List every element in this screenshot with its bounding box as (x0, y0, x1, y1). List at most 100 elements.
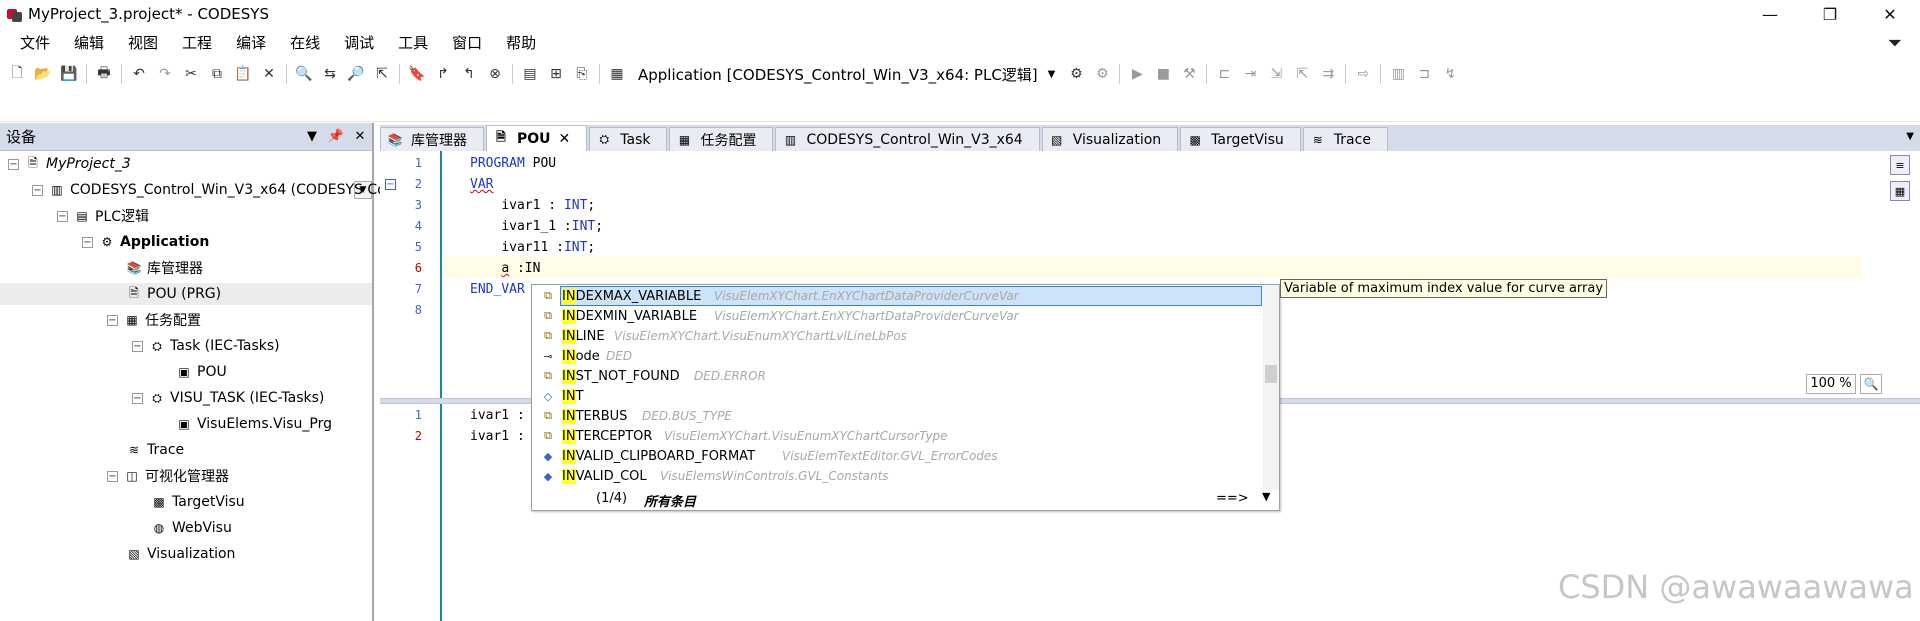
pin-icon[interactable]: 📌 (324, 129, 348, 144)
bookmark-icon[interactable]: 🔖 (406, 63, 428, 85)
tab-device[interactable]: ▥ CODESYS_Control_Win_V3_x64 (775, 127, 1040, 151)
tree-item-targetvisu[interactable]: ▩ TargetVisu (151, 491, 244, 513)
replace-icon[interactable]: ⇆ (319, 63, 341, 85)
implementation-code[interactable]: ivar1 : ivar1 : (470, 405, 525, 447)
print-icon[interactable]: 🖶 (93, 63, 115, 85)
stop-icon[interactable]: ■ (1152, 63, 1174, 85)
suggestion-scrollbar[interactable] (1263, 285, 1279, 490)
tree-item-visu-prg[interactable]: ▣ VisuElems.Visu_Prg (176, 413, 332, 435)
textual-view-icon[interactable]: ≡ (1890, 155, 1910, 175)
next-bookmark-icon[interactable]: ↱ (432, 63, 454, 85)
reset-icon[interactable]: ⚒ (1178, 63, 1200, 85)
close-window-button[interactable]: ✕ (1860, 0, 1920, 28)
tree-item-visu-task[interactable]: − ⛭ VISU_TASK (IEC-Tasks) (132, 387, 324, 409)
undo-icon[interactable]: ↶ (128, 63, 150, 85)
menu-help[interactable]: 帮助 (494, 30, 548, 56)
collapse-icon[interactable]: − (107, 470, 118, 482)
devices-view-icon[interactable]: ▤ (519, 63, 541, 85)
run-to-cursor-icon[interactable]: ⇉ (1317, 63, 1339, 85)
collapse-icon[interactable]: − (132, 392, 143, 404)
suggestion-item[interactable]: ⧉ INDEXMAX_VARIABLE VisuElemXYChart.EnXY… (532, 286, 1262, 306)
clear-bookmarks-icon[interactable]: ⊗ (484, 63, 506, 85)
open-project-icon[interactable]: 📂 (32, 63, 54, 85)
collapse-icon[interactable]: − (82, 236, 93, 248)
collapse-icon[interactable]: − (8, 158, 19, 170)
tree-item-application[interactable]: − ⚙ Application (82, 231, 209, 253)
build-icon[interactable]: ▦ (606, 63, 628, 85)
tab-visualization[interactable]: ▧ Visualization (1041, 127, 1179, 151)
filter-all-items[interactable]: 所有条目 (644, 491, 696, 510)
suggestion-item[interactable]: ⧉ INLINE VisuElemXYChart.VisuEnumXYChart… (532, 326, 1262, 346)
tab-library-manager[interactable]: 📚 库管理器 (380, 127, 484, 151)
suggestion-item[interactable]: ◆ INVALID_COL VisuElemsWinControls.GVL_C… (532, 466, 1262, 486)
copy-icon[interactable]: ⧉ (206, 63, 228, 85)
step-out-icon[interactable]: ⇱ (1291, 63, 1313, 85)
start-icon[interactable]: ▶ (1126, 63, 1148, 85)
menu-tools[interactable]: 工具 (386, 30, 440, 56)
previous-bookmark-icon[interactable]: ↰ (458, 63, 480, 85)
tree-item-visualization-manager[interactable]: − ◫ 可视化管理器 (107, 465, 229, 487)
close-panel-icon[interactable]: ✕ (348, 129, 372, 144)
step-over-icon[interactable]: ⇥ (1239, 63, 1261, 85)
find-previous-icon[interactable]: ⇱ (371, 63, 393, 85)
tree-item-trace[interactable]: ≋ Trace (126, 439, 184, 461)
breakpoint-icon[interactable]: ⊏ (1213, 63, 1235, 85)
collapse-icon[interactable]: − (57, 210, 68, 222)
tab-pou[interactable]: 🗎 POU ✕ (486, 125, 588, 151)
suggestion-item[interactable]: ⧉ INST_NOT_FOUND DED.ERROR (532, 366, 1262, 386)
redo-icon[interactable]: ↷ (154, 63, 176, 85)
tab-trace[interactable]: ≋ Trace (1302, 127, 1388, 151)
tree-item-plc-logic[interactable]: − ▤ PLC逻辑 (57, 205, 149, 227)
tree-item-task-configuration[interactable]: − ▦ 任务配置 (107, 309, 201, 331)
tree-item-task-pou[interactable]: ▣ POU (176, 361, 226, 383)
force-values-icon[interactable]: ▥ (1387, 63, 1409, 85)
menu-window[interactable]: 窗口 (440, 30, 494, 56)
chevron-down-icon[interactable]: ▼ (1262, 490, 1270, 503)
menu-build[interactable]: 编译 (224, 30, 278, 56)
tabs-overflow-icon[interactable]: ▼ (1906, 131, 1914, 142)
write-values-icon[interactable]: ⇨ (1352, 63, 1374, 85)
maximize-button[interactable]: ❐ (1800, 0, 1860, 28)
new-project-icon[interactable]: 🗋 (6, 63, 28, 85)
suggestion-item[interactable]: ⧉ INTERBUS DED.BUS_TYPE (532, 406, 1262, 426)
find-next-icon[interactable]: 🔎 (345, 63, 367, 85)
suggestion-item[interactable]: ◆ INVALID_CLIPBOARD_FORMAT VisuElemTextE… (532, 446, 1262, 466)
tree-item-device[interactable]: − ▥ CODESYS_Control_Win_V3_x64 (CODESYS … (32, 179, 406, 201)
zoom-icon[interactable]: 🔍 (1860, 374, 1882, 394)
tree-item-library-manager[interactable]: 📚 库管理器 (126, 257, 203, 279)
menu-debug[interactable]: 调试 (332, 30, 386, 56)
next-page-button[interactable]: ==> (1216, 491, 1249, 506)
suggestion-item[interactable]: ⧉ INDEXMIN_VARIABLE VisuElemXYChart.EnXY… (532, 306, 1262, 326)
zoom-level[interactable]: 100 % (1806, 374, 1856, 394)
save-icon[interactable]: 💾 (58, 63, 80, 85)
collapse-icon[interactable]: − (132, 340, 143, 352)
collapse-icon[interactable]: − (32, 184, 43, 196)
tree-item-webvisu[interactable]: ◍ WebVisu (151, 517, 232, 539)
collapse-icon[interactable]: − (107, 314, 118, 326)
tree-item-project[interactable]: − 🗎 MyProject_3 (8, 153, 131, 175)
minimize-button[interactable]: — (1740, 0, 1800, 28)
unforce-icon[interactable]: ⊐ (1413, 63, 1435, 85)
properties-icon[interactable]: ⎘ (571, 63, 593, 85)
step-into-icon[interactable]: ⇲ (1265, 63, 1287, 85)
tree-item-visualization[interactable]: ▧ Visualization (126, 543, 235, 565)
filter-icon[interactable]: ⏷ (1888, 33, 1902, 54)
logout-icon[interactable]: ⚙ (1091, 63, 1113, 85)
cut-icon[interactable]: ✂ (180, 63, 202, 85)
suggestion-item[interactable]: ⧉ INTERCEPTOR VisuElemXYChart.VisuEnumXY… (532, 426, 1262, 446)
menu-project[interactable]: 工程 (170, 30, 224, 56)
login-icon[interactable]: ⚙ (1065, 63, 1087, 85)
suggestion-item[interactable]: ◇ INT (532, 386, 1262, 406)
close-tab-icon[interactable]: ✕ (559, 131, 571, 147)
scrollbar-thumb[interactable] (1265, 365, 1277, 383)
tab-task[interactable]: ⛭ Task (589, 127, 668, 151)
tree-item-task[interactable]: − ⛭ Task (IEC-Tasks) (132, 335, 280, 357)
menu-view[interactable]: 视图 (116, 30, 170, 56)
active-application-selector[interactable]: Application [CODESYS_Control_Win_V3_x64:… (634, 63, 1059, 85)
tabular-view-icon[interactable]: ▦ (1890, 181, 1910, 201)
find-icon[interactable]: 🔍 (293, 63, 315, 85)
tab-targetvisu[interactable]: ▩ TargetVisu (1180, 127, 1301, 151)
suggestion-item[interactable]: ⊸ INode DED (532, 346, 1262, 366)
paste-icon[interactable]: 📋 (232, 63, 254, 85)
flow-control-icon[interactable]: ↯ (1439, 63, 1461, 85)
